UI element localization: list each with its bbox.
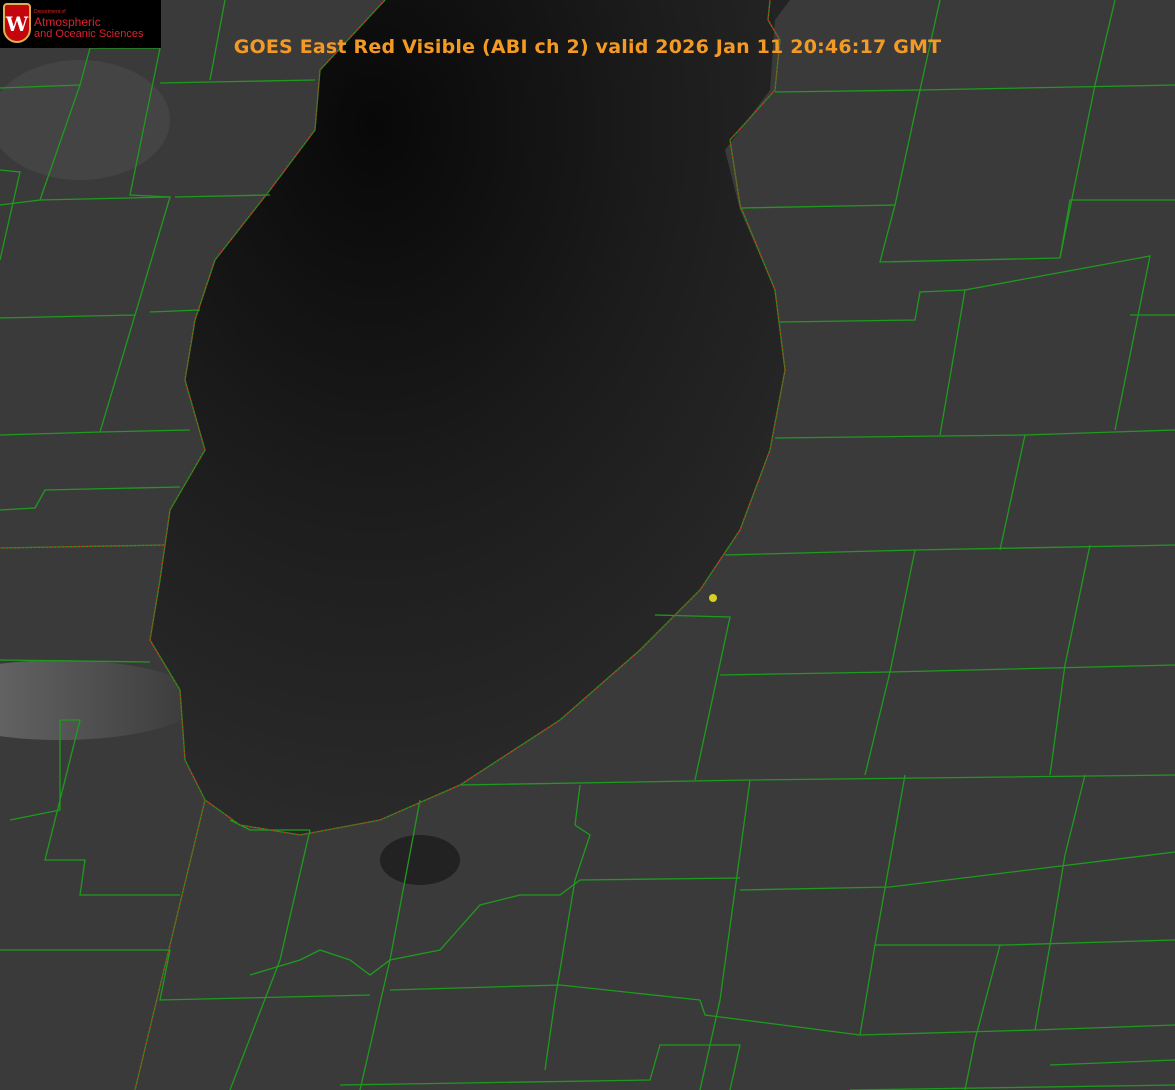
satellite-image-view: W Department of Atmospheric and Oceanic … bbox=[0, 0, 1175, 1090]
logo-text-atmospheric: Atmospheric bbox=[34, 15, 101, 29]
image-title: GOES East Red Visible (ABI ch 2) valid 2… bbox=[0, 36, 1175, 58]
location-marker bbox=[709, 594, 717, 602]
dark-patch bbox=[380, 835, 460, 885]
satellite-map bbox=[0, 0, 1175, 1090]
